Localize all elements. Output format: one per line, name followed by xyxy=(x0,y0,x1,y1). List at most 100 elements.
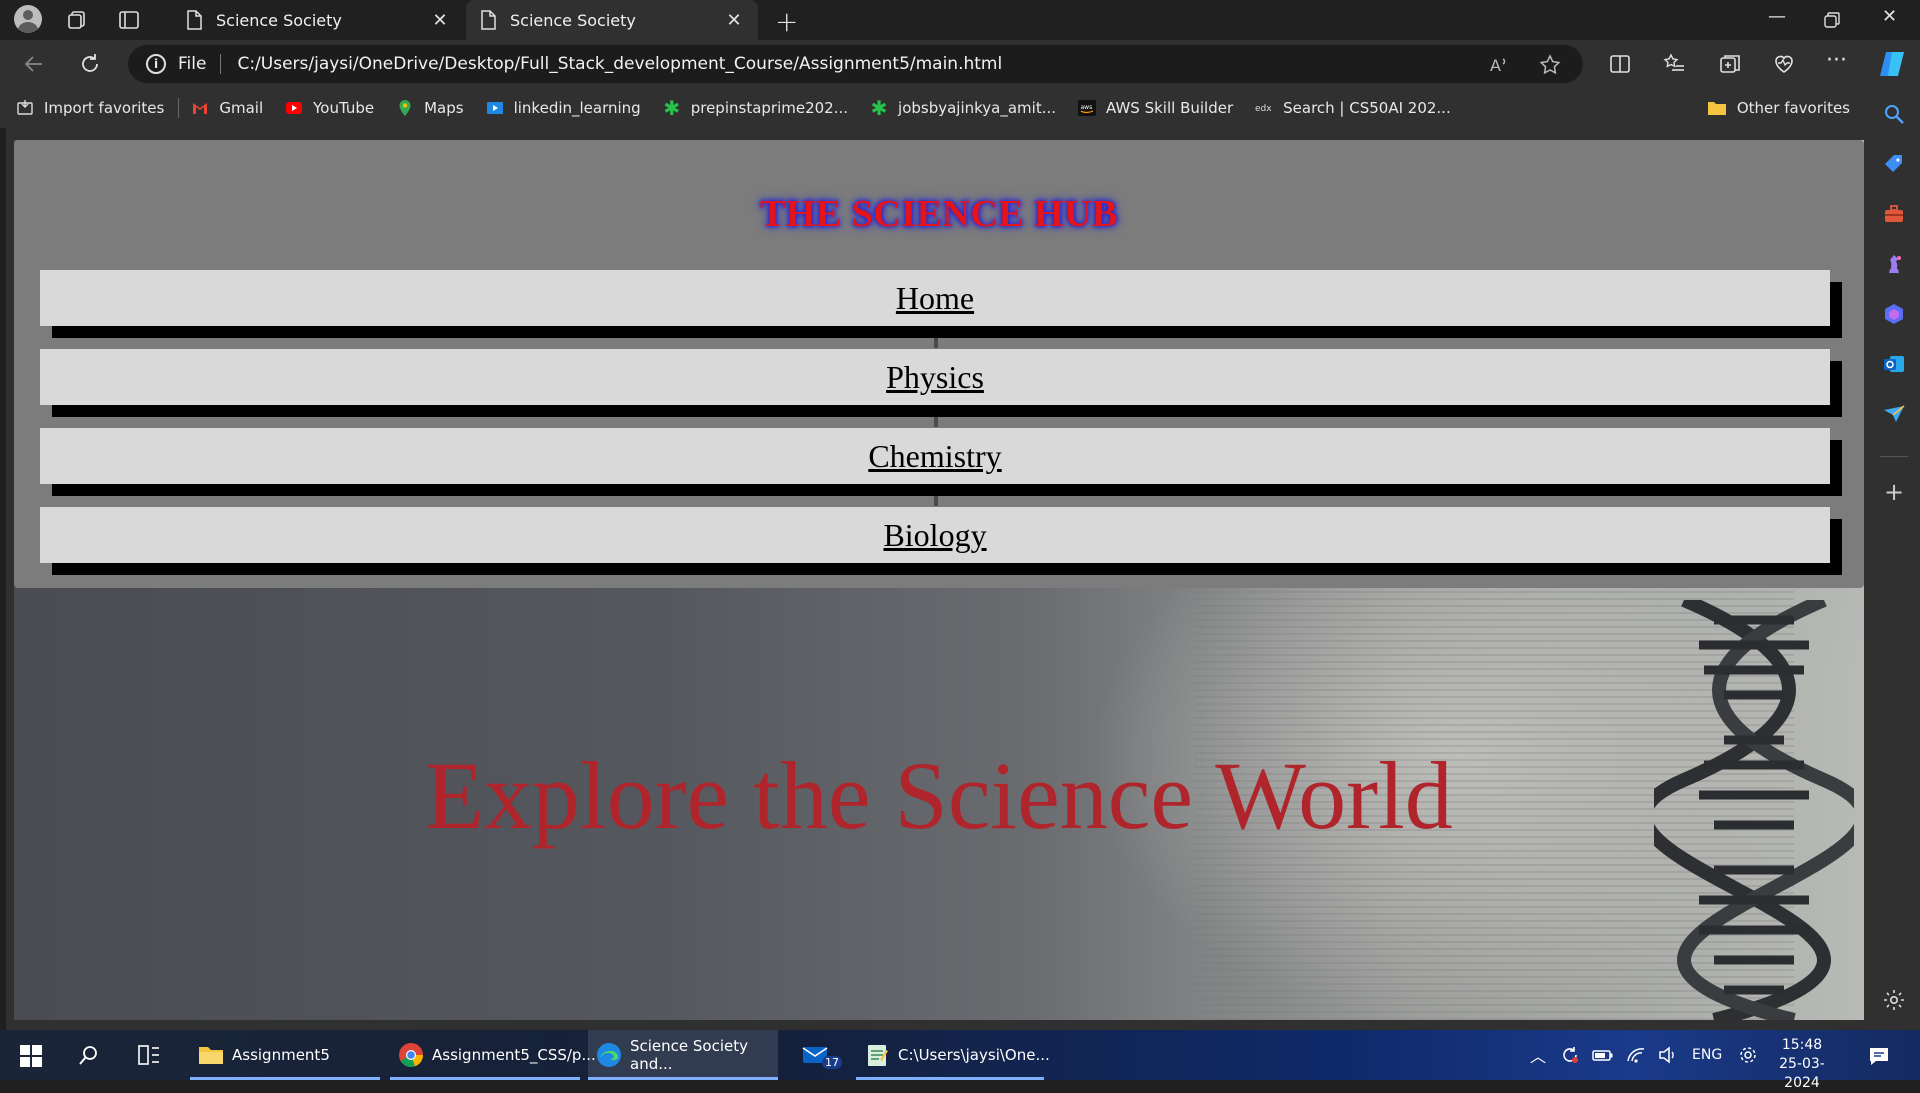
hero-heading: Explore the Science World xyxy=(425,742,1453,849)
volume-icon[interactable] xyxy=(1658,1045,1678,1065)
taskbar-search-icon[interactable] xyxy=(78,1044,100,1066)
profile-avatar-icon[interactable] xyxy=(14,5,42,33)
jobs-icon: ✱ xyxy=(870,96,888,120)
add-sidebar-app-icon[interactable]: + xyxy=(1884,480,1904,504)
gmail-icon xyxy=(193,103,208,114)
url-text[interactable]: C:/Users/jaysi/OneDrive/Desktop/Full_Sta… xyxy=(237,54,1002,74)
minimize-icon[interactable]: — xyxy=(1768,6,1786,27)
copilot-icon[interactable] xyxy=(1878,50,1908,78)
favorites-list-icon[interactable] xyxy=(1662,52,1686,76)
favorite-maps[interactable]: Maps xyxy=(396,99,464,117)
read-aloud-icon[interactable]: A xyxy=(1488,53,1512,77)
tab-science-society-1[interactable]: Science Society ✕ xyxy=(172,0,464,40)
close-tab-icon[interactable]: ✕ xyxy=(430,10,450,31)
prepinsta-icon: ✱ xyxy=(663,96,681,120)
science-hub-page: THE SCIENCE HUB Home Physics Chemistry B… xyxy=(14,140,1864,1020)
favorites-bar: Import favorites Gmail YouTube Maps link… xyxy=(0,88,1880,128)
nav-item-home[interactable]: Home xyxy=(40,270,1830,326)
taskbar-app-explorer[interactable]: Assignment5 xyxy=(190,1030,380,1080)
youtube-icon xyxy=(286,102,303,114)
favorite-youtube[interactable]: YouTube xyxy=(285,99,374,117)
tools-briefcase-icon[interactable] xyxy=(1882,202,1906,226)
clock-date: 25-03-2024 xyxy=(1779,1056,1825,1091)
refresh-button[interactable] xyxy=(74,48,106,80)
favorite-label: AWS Skill Builder xyxy=(1106,99,1234,117)
import-icon xyxy=(17,100,33,115)
notepad-icon xyxy=(868,1045,888,1066)
task-view-icon[interactable] xyxy=(138,1044,160,1066)
nav-item-physics[interactable]: Physics xyxy=(40,349,1830,405)
collections-icon[interactable] xyxy=(1718,52,1742,76)
favorite-star-icon[interactable] xyxy=(1538,53,1562,77)
wifi-icon[interactable] xyxy=(1626,1045,1646,1065)
chrome-icon xyxy=(399,1043,423,1067)
site-title: THE SCIENCE HUB xyxy=(759,193,1119,235)
notifications-icon[interactable] xyxy=(1868,1045,1890,1067)
games-chess-icon[interactable] xyxy=(1882,252,1906,276)
back-button[interactable] xyxy=(18,48,50,80)
nav-item-chemistry[interactable]: Chemistry xyxy=(40,428,1830,484)
split-screen-icon[interactable] xyxy=(1608,52,1632,76)
edx-icon: edx xyxy=(1255,104,1272,114)
taskbar-app-notepad[interactable]: C:\Users\jaysi\One... xyxy=(856,1030,1050,1080)
page-icon xyxy=(187,10,202,30)
battery-icon[interactable] xyxy=(1592,1045,1614,1065)
tray-settings-gear-icon[interactable] xyxy=(1738,1045,1758,1065)
page-icon xyxy=(481,10,496,30)
address-bar[interactable]: i File C:/Users/jaysi/OneDrive/Desktop/F… xyxy=(128,45,1583,83)
nav-connector xyxy=(934,417,938,427)
title-bar: Science Society ✕ Science Society ✕ + — … xyxy=(0,0,1920,40)
taskbar-app-edge[interactable]: Science Society and... xyxy=(588,1030,778,1080)
nav-link-home[interactable]: Home xyxy=(896,280,974,316)
clock-time: 15:48 xyxy=(1781,1037,1823,1053)
shopping-tag-icon[interactable] xyxy=(1882,152,1906,176)
favorite-prepinsta[interactable]: ✱ prepinstaprime202... xyxy=(663,96,848,120)
favorite-label: Maps xyxy=(424,99,464,117)
site-header: THE SCIENCE HUB Home Physics Chemistry B… xyxy=(14,140,1864,588)
show-hidden-icons-chevron-icon[interactable]: ︿ xyxy=(1530,1043,1546,1067)
favorite-label: Import favorites xyxy=(44,99,165,117)
scheme-label: File xyxy=(178,54,207,74)
sync-icon[interactable] xyxy=(1560,1045,1580,1065)
aws-icon: aws xyxy=(1078,100,1097,116)
nav-link-chemistry[interactable]: Chemistry xyxy=(868,438,1001,474)
favorite-aws[interactable]: aws AWS Skill Builder xyxy=(1078,99,1233,117)
search-icon[interactable] xyxy=(1882,102,1906,126)
more-options-icon[interactable]: ··· xyxy=(1826,48,1847,73)
close-tab-icon[interactable]: ✕ xyxy=(724,10,744,31)
taskbar-app-mail[interactable]: 17 xyxy=(794,1030,848,1080)
language-indicator[interactable]: ENG xyxy=(1692,1047,1722,1063)
tab-science-society-2[interactable]: Science Society ✕ xyxy=(466,0,758,40)
nav-link-physics[interactable]: Physics xyxy=(886,359,984,395)
new-tab-icon[interactable]: + xyxy=(775,5,798,38)
favorite-jobs[interactable]: ✱ jobsbyajinkya_amit... xyxy=(870,96,1056,120)
favorite-linkedin-learning[interactable]: linkedin_learning xyxy=(486,99,641,117)
sidebar-settings-gear-icon[interactable] xyxy=(1882,988,1906,1012)
favorite-label: linkedin_learning xyxy=(513,99,641,117)
windows-taskbar: Assignment5 Assignment5_CSS/p... Science… xyxy=(0,1030,1920,1091)
windows-start-icon[interactable] xyxy=(20,1045,42,1067)
favorite-import[interactable]: Import favorites xyxy=(16,99,164,117)
favorite-label: YouTube xyxy=(313,99,375,117)
restore-icon[interactable] xyxy=(1822,10,1842,30)
system-tray: ︿ ENG xyxy=(1530,1030,1758,1080)
folder-icon xyxy=(1707,102,1726,115)
microsoft-365-icon[interactable] xyxy=(1882,302,1906,326)
close-window-icon[interactable]: ✕ xyxy=(1882,6,1897,27)
folder-icon xyxy=(199,1047,223,1064)
other-favorites[interactable]: Other favorites xyxy=(1707,88,1850,128)
favorite-edx[interactable]: edx Search | CS50AI 202... xyxy=(1255,99,1451,117)
send-drop-icon[interactable] xyxy=(1882,402,1906,426)
workspaces-icon[interactable] xyxy=(66,9,88,31)
outlook-icon[interactable] xyxy=(1882,352,1906,376)
address-toolbar: i File C:/Users/jaysi/OneDrive/Desktop/F… xyxy=(0,40,1920,88)
nav-item-biology[interactable]: Biology xyxy=(40,507,1830,563)
browser-essentials-icon[interactable] xyxy=(1772,52,1796,76)
back-arrow-icon xyxy=(24,56,42,72)
favorite-gmail[interactable]: Gmail xyxy=(191,99,263,117)
taskbar-clock[interactable]: 15:48 25-03-2024 xyxy=(1762,1036,1842,1093)
site-info-icon[interactable]: i xyxy=(146,54,166,74)
nav-link-biology[interactable]: Biology xyxy=(883,517,986,553)
tab-actions-icon[interactable] xyxy=(118,9,140,31)
taskbar-app-chrome[interactable]: Assignment5_CSS/p... xyxy=(390,1030,596,1080)
